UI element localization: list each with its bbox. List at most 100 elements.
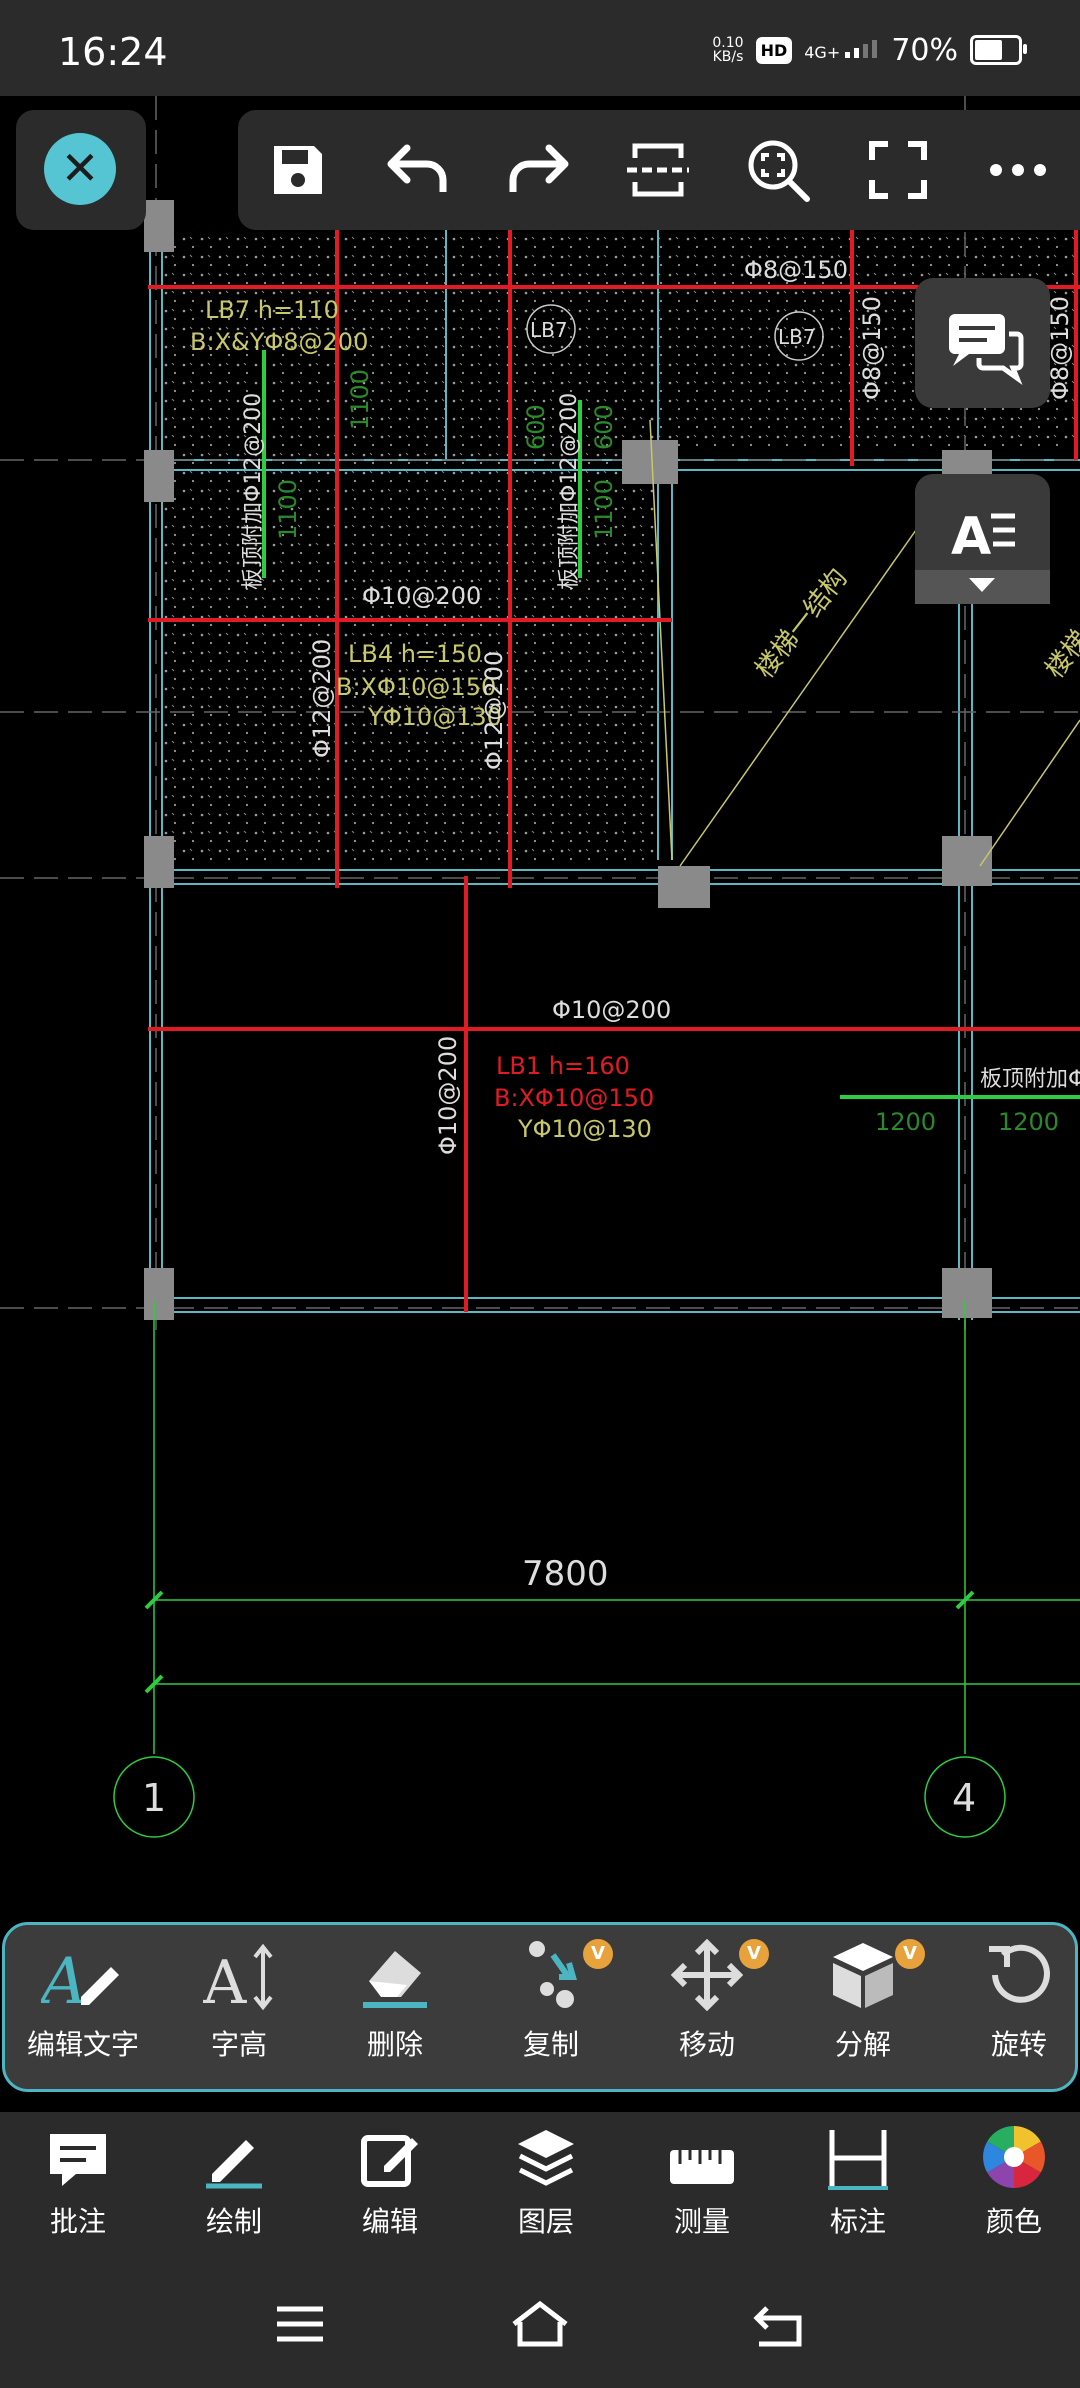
annotate-tab[interactable]: 批注 (0, 2112, 156, 2262)
fullscreen-icon (869, 141, 927, 199)
svg-text:A: A (203, 1948, 247, 2011)
ruler-icon (670, 2150, 734, 2184)
back-button[interactable] (740, 2292, 820, 2356)
delete-label: 删除 (366, 2028, 423, 2061)
rotate-button[interactable]: 旋转 (941, 1925, 1075, 2089)
edit-text-button[interactable]: A 编辑文字 (5, 1925, 161, 2089)
more-button[interactable] (958, 110, 1078, 230)
lb4-title: LB4 h=150 (348, 640, 482, 668)
vip-badge: V (895, 1939, 925, 1969)
system-nav-bar (0, 2262, 1080, 2388)
dim-1100-a: 1100 (346, 369, 374, 430)
layers-icon (518, 2130, 574, 2186)
save-icon (274, 146, 322, 194)
edit-text-label: 编辑文字 (26, 2028, 139, 2061)
zoom-fit-icon (748, 140, 810, 202)
section-button[interactable] (598, 110, 718, 230)
lb1-x: B:XΦ10@150 (494, 1084, 654, 1112)
rebar-8-150-v2: Φ8@150 (1046, 296, 1074, 400)
lb1-title: LB1 h=160 (496, 1052, 630, 1080)
color-label: 颜色 (985, 2205, 1042, 2238)
text-height-label: 字高 (210, 2028, 267, 2061)
menu-icon (277, 2306, 323, 2342)
color-wheel-icon (983, 2126, 1045, 2188)
more-icon (990, 164, 1046, 176)
edit-text-icon: A (41, 1945, 119, 2011)
comment-float-button[interactable] (915, 278, 1050, 408)
rebar-12-200-a: Φ12@200 (308, 639, 336, 758)
measure-tab[interactable]: 测量 (624, 2112, 780, 2262)
draw-tab[interactable]: 绘制 (156, 2112, 312, 2262)
rotate-label: 旋转 (990, 2028, 1047, 2061)
battery-icon (970, 35, 1027, 65)
fullscreen-button[interactable] (838, 110, 958, 230)
status-right: 0.10 KB/s HD 4G+ 70% (712, 30, 1027, 70)
lb7-tag-1: LB7 (530, 318, 568, 342)
dimension-tab[interactable]: 标注 (780, 2112, 936, 2262)
dim-600-b: 600 (590, 404, 618, 450)
battery-percent: 70% (891, 32, 958, 68)
rebar-8-150-v1: Φ8@150 (858, 296, 886, 400)
rebar-10-200-vert: Φ10@200 (434, 1036, 462, 1155)
top-toolbar (238, 110, 1080, 230)
lb7-rebar: B:X&YΦ8@200 (190, 328, 368, 356)
redo-button[interactable] (478, 110, 598, 230)
text-height-button[interactable]: A 字高 (161, 1925, 317, 2089)
svg-text:A: A (41, 1945, 87, 2011)
text-style-float-button[interactable]: A (915, 474, 1050, 604)
dim-1200-a: 1200 (875, 1108, 936, 1136)
rebar-10-200-low: Φ10@200 (552, 996, 671, 1024)
lb7-tag-2: LB7 (778, 325, 816, 349)
undo-button[interactable] (358, 110, 478, 230)
lb7-title: LB7 h=110 (205, 296, 339, 324)
pencil-icon (206, 2140, 262, 2189)
add-rebar-right: 板顶附加Φ8 (980, 1067, 1080, 1092)
home-button[interactable] (500, 2292, 580, 2356)
edit-label: 编辑 (361, 2205, 418, 2238)
layers-tab[interactable]: 图层 (468, 2112, 624, 2262)
signal-label: 4G+ (804, 42, 841, 62)
save-button[interactable] (238, 110, 358, 230)
edit-icon (361, 2135, 418, 2187)
copy-button[interactable]: V 复制 (473, 1925, 629, 2089)
lb4-x: B:XΦ10@150 (336, 673, 496, 701)
status-bar: 16:24 0.10 KB/s HD 4G+ 70% (0, 0, 1080, 96)
rebar-10-200-mid: Φ10@200 (362, 582, 481, 610)
bottom-bar: 批注 绘制 编辑 图层 测量 标注 颜色 (0, 2112, 1080, 2262)
delete-button[interactable]: 删除 (317, 1925, 473, 2089)
edit-sub-toolbar: A 编辑文字 A 字高 删除 V 复制 V 移动 V 分解 旋转 (2, 1922, 1078, 2092)
comment-icon (50, 2134, 106, 2186)
explode-button[interactable]: V 分解 (785, 1925, 941, 2089)
signal-bars-icon (845, 39, 878, 58)
edit-tab[interactable]: 编辑 (312, 2112, 468, 2262)
axis-label-4: 4 (952, 1776, 976, 1820)
lb1-y: YΦ10@130 (517, 1115, 652, 1143)
back-icon (753, 2306, 802, 2347)
vip-badge: V (583, 1939, 613, 1969)
net-speed: 0.10 KB/s (712, 36, 743, 64)
axis-label-1: 1 (142, 1776, 166, 1820)
close-button[interactable]: ✕ (16, 110, 146, 230)
color-tab[interactable]: 颜色 (936, 2112, 1080, 2262)
text-height-icon: A (203, 1943, 273, 2011)
rebar-12-200-b: Φ12@200 (480, 651, 508, 770)
dim-1200-b: 1200 (998, 1108, 1059, 1136)
move-button[interactable]: V 移动 (629, 1925, 785, 2089)
layers-label: 图层 (517, 2205, 574, 2238)
net-speed-value: 0.10 (712, 35, 744, 51)
net-speed-unit: KB/s (712, 49, 744, 65)
copy-icon (529, 1941, 577, 2008)
add-rebar-left: 板顶附加Φ12@200 (241, 393, 266, 590)
stair-label-1: 楼梯一结构 (750, 563, 854, 684)
annotate-label: 批注 (49, 2205, 106, 2238)
rotate-icon (989, 1944, 1050, 2003)
close-icon[interactable]: ✕ (44, 133, 116, 205)
dim-600-a: 600 (522, 404, 550, 450)
explode-label: 分解 (834, 2028, 891, 2061)
chat-bubbles-icon (949, 314, 1024, 385)
menu-button[interactable] (260, 2292, 340, 2356)
section-icon (627, 143, 689, 197)
dimension-lines (144, 1300, 1080, 1754)
add-rebar-mid: 板顶附加Φ12@200 (557, 393, 582, 590)
zoom-fit-button[interactable] (718, 110, 838, 230)
